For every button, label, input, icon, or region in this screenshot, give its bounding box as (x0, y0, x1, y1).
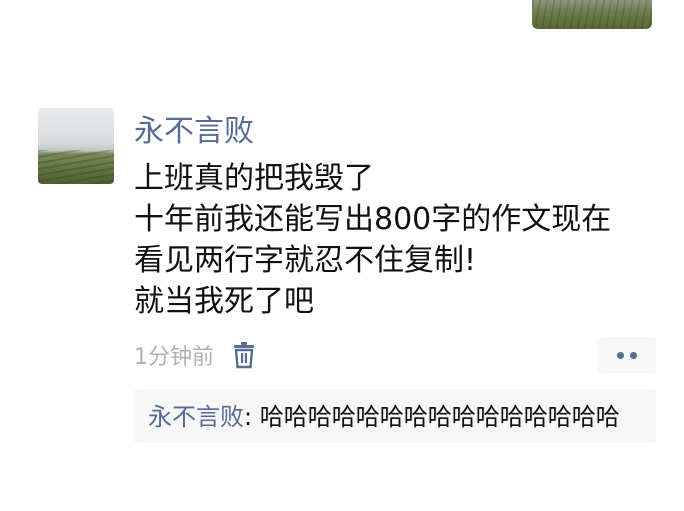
post-line: 上班真的把我毁了 (134, 161, 374, 196)
trash-icon[interactable] (232, 341, 256, 369)
comment-item[interactable]: 永不言败: 哈哈哈哈哈哈哈哈哈哈哈哈哈哈哈 (148, 399, 644, 435)
more-dots-icon[interactable] (598, 337, 656, 373)
comments-panel: 永不言败: 哈哈哈哈哈哈哈哈哈哈哈哈哈哈哈 (134, 389, 656, 443)
post-content: 上班真的把我毁了 十年前我还能写出800字的作文现在 看见两行字就忍不住复制! … (134, 158, 654, 322)
post-line: 就当我死了吧 (134, 284, 314, 319)
comment-separator: : (244, 403, 260, 431)
post-time: 1分钟前 (134, 345, 214, 370)
more-dot (617, 351, 624, 359)
more-dot (630, 351, 637, 359)
previous-post-photo[interactable] (532, 0, 652, 29)
avatar[interactable] (38, 108, 114, 184)
comment-author[interactable]: 永不言败 (148, 403, 244, 431)
avatar-field-texture (38, 150, 114, 184)
post-line: 看见两行字就忍不住复制! (134, 243, 477, 278)
post-meta: 1分钟前 (134, 338, 256, 372)
comment-text: 哈哈哈哈哈哈哈哈哈哈哈哈哈哈哈 (259, 403, 620, 431)
post-line: 十年前我还能写出800字的作文现在 (134, 202, 612, 237)
post-author-name[interactable]: 永不言败 (134, 112, 254, 152)
